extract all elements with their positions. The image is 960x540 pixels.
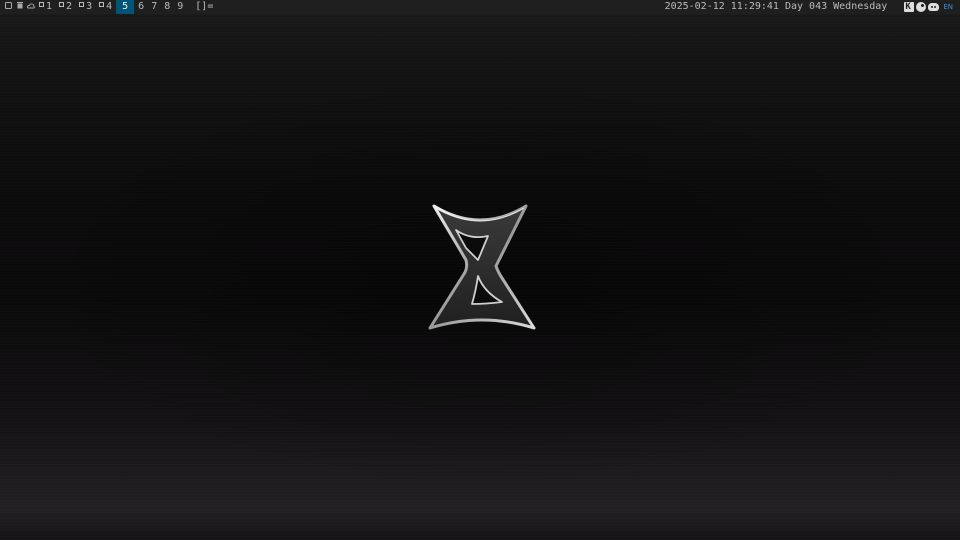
layout-indicator[interactable]: []= (195, 0, 213, 14)
kde-connect-icon[interactable] (904, 0, 915, 14)
tag-8[interactable]: 8 (161, 0, 173, 14)
tag-6[interactable]: 6 (135, 0, 147, 14)
tag-label: 1 (46, 1, 53, 12)
discord-icon[interactable] (928, 3, 940, 11)
tag-label: 7 (151, 1, 158, 12)
tag-list: 1 2 3 456789 (36, 0, 187, 14)
tag-label: 6 (138, 1, 145, 12)
tag-9[interactable]: 9 (174, 0, 186, 14)
desktop: 1 2 3 456789 []= 2025-02-12 11:29:41 Day 04… (0, 0, 960, 540)
tag-occupied-indicator (59, 1, 65, 7)
tag-label: 4 (106, 1, 113, 12)
tag-1[interactable]: 1 (36, 0, 55, 14)
status-bar: 1 2 3 456789 []= 2025-02-12 11:29:41 Day 04… (0, 0, 960, 14)
tag-4[interactable]: 4 (96, 0, 115, 14)
tag-label: 2 (66, 1, 73, 12)
tag-7[interactable]: 7 (148, 0, 160, 14)
status-bar-left: 1 2 3 456789 []= (0, 0, 213, 14)
keyboard-layout-indicator[interactable]: EN (943, 0, 953, 14)
tag-3[interactable]: 3 (76, 0, 95, 14)
status-bar-right: 2025-02-12 11:29:41 Day 043 Wednesday EN (665, 0, 960, 14)
tag-occupied-indicator (39, 1, 44, 7)
tag-2[interactable]: 2 (56, 0, 75, 14)
steam-icon[interactable] (916, 2, 927, 12)
tag-5[interactable]: 5 (116, 0, 135, 14)
tag-label: 5 (122, 1, 129, 12)
tag-occupied-indicator (99, 1, 105, 7)
cloud-icon[interactable] (25, 0, 36, 14)
window-icon[interactable] (3, 0, 14, 14)
tag-label: 3 (86, 1, 93, 12)
trash-icon[interactable] (14, 0, 25, 14)
hourglass-x-logo-icon (426, 200, 538, 336)
tag-label: 8 (164, 1, 171, 12)
tag-occupied-indicator (79, 1, 85, 7)
tag-label: 9 (177, 1, 184, 12)
clock: 2025-02-12 11:29:41 Day 043 Wednesday (664, 1, 888, 12)
